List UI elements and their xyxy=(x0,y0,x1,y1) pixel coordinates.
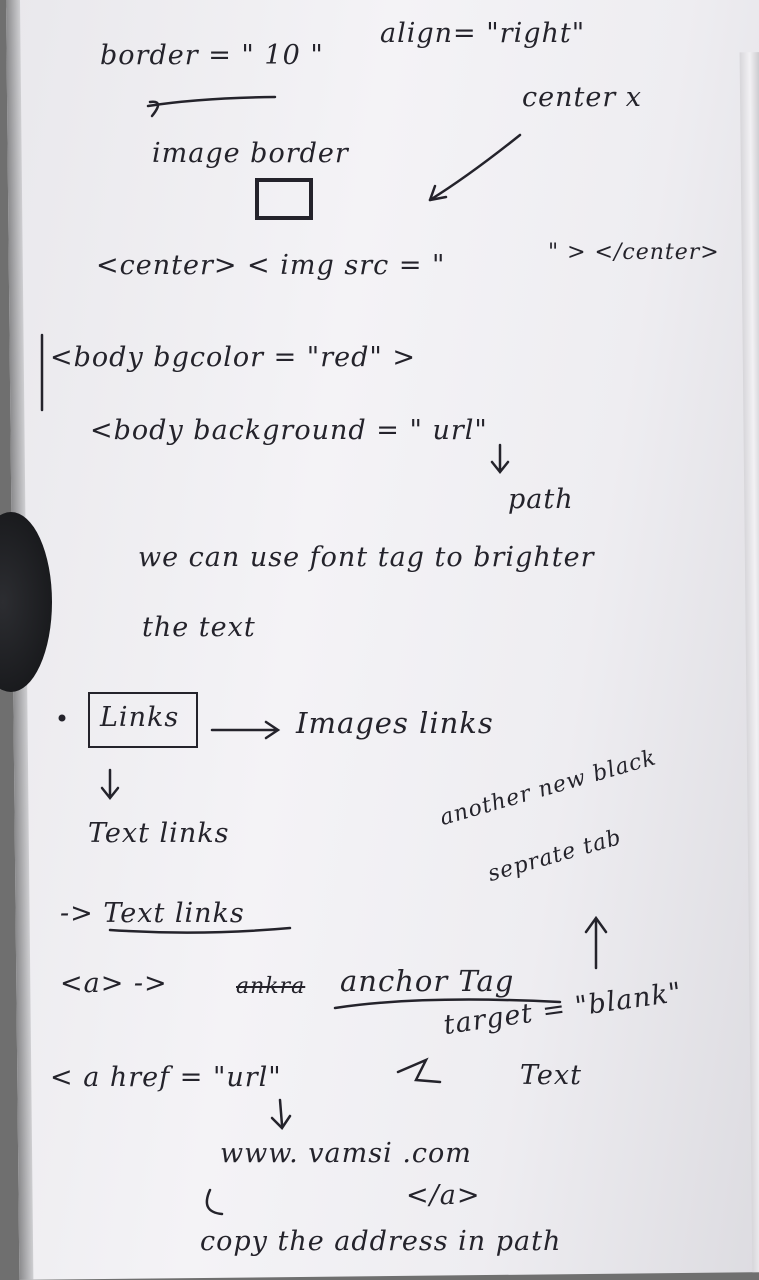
down-arrow-links xyxy=(100,768,120,801)
underline-stroke xyxy=(146,95,277,108)
href-arrow xyxy=(396,1057,442,1084)
tab-arrow xyxy=(584,915,608,970)
close-a-arrow xyxy=(205,1188,224,1216)
anchor-underline xyxy=(333,998,562,1010)
text-links-underline xyxy=(108,926,292,934)
bullet-dot xyxy=(58,714,66,722)
ink-strokes xyxy=(40,95,608,1216)
url-down-arrow xyxy=(270,1098,292,1130)
arrow-to-center xyxy=(428,133,522,202)
links-arrow xyxy=(210,720,281,740)
path-arrow xyxy=(490,443,510,475)
